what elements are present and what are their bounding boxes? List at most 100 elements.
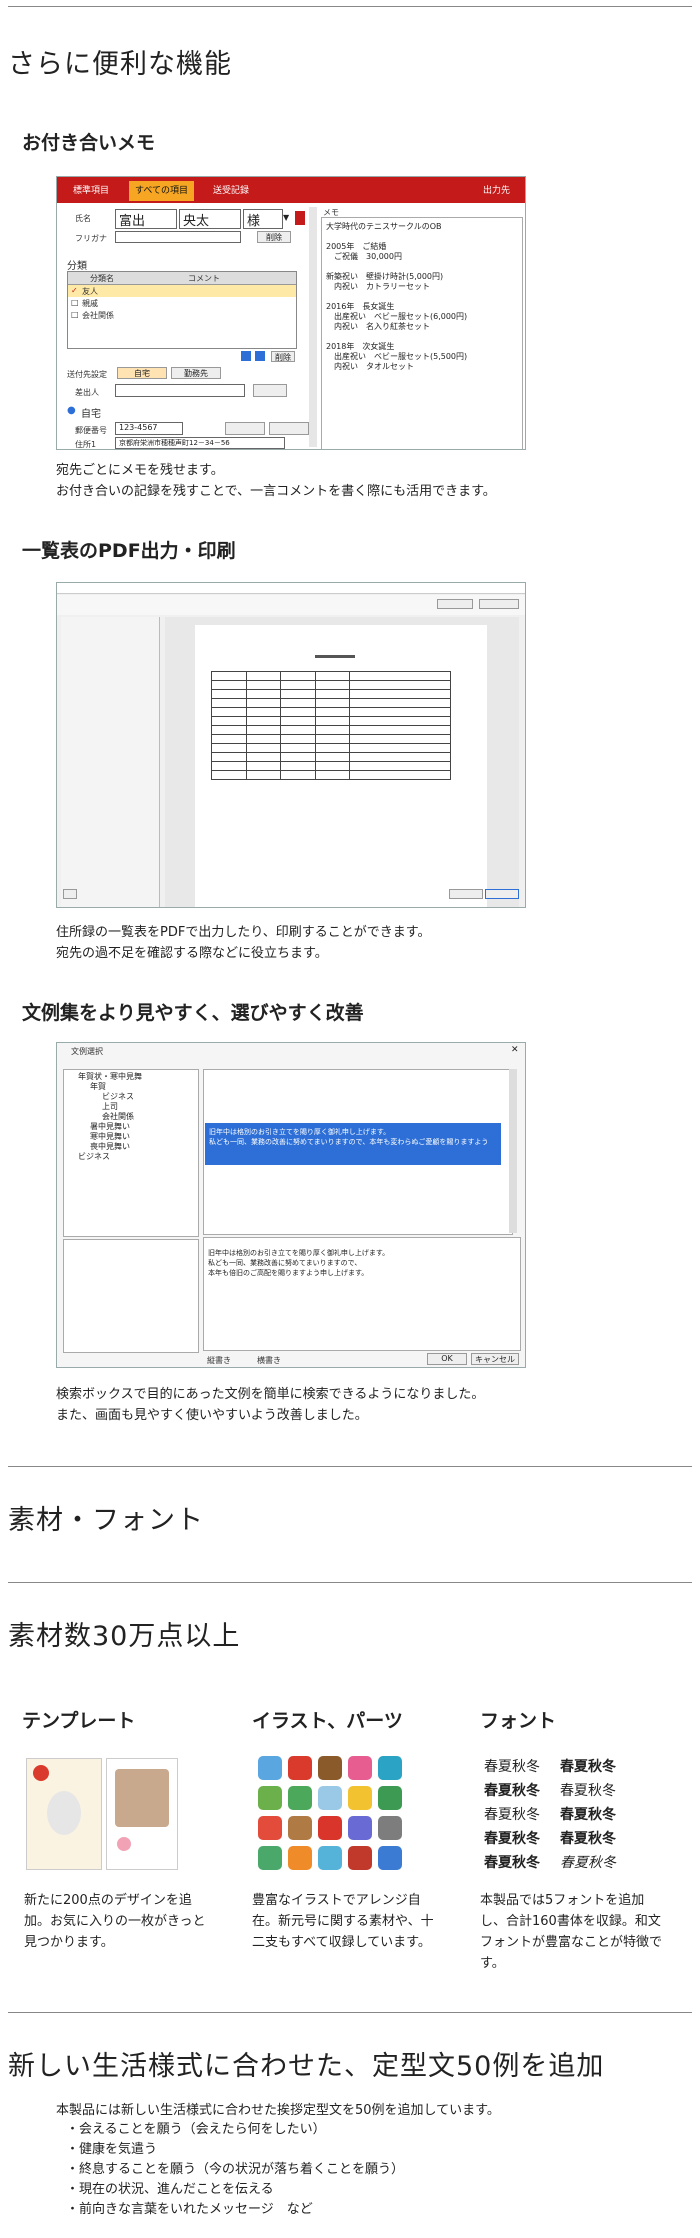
- pdf-heading: 一覧表のPDF出力・印刷: [22, 540, 236, 562]
- sender-edit-button[interactable]: [253, 384, 287, 397]
- tree-icon: [258, 1786, 282, 1810]
- flower-icon: [258, 1756, 282, 1780]
- horizontal-radio[interactable]: 横書き: [257, 1355, 281, 1366]
- address-label: 住所1: [75, 440, 97, 449]
- vertical-radio[interactable]: 縦書き: [207, 1355, 231, 1366]
- list-item: ・会えることを願う（会えたら何をしたい）: [66, 2122, 326, 2137]
- prev-page-button[interactable]: [63, 889, 77, 899]
- checkbox-icon[interactable]: ✓: [71, 286, 78, 295]
- preview-panel: 旧年中は格別のお引き立てを賜り厚く御礼申し上げます。 私ども一同、業務改善に努め…: [203, 1237, 521, 1351]
- sun-icon: [33, 1765, 49, 1781]
- preview-area: [165, 617, 519, 907]
- selected-phrase[interactable]: 旧年中は格別のお引き立てを賜り厚く御礼申し上げます。 私ども一同、業務の改善に努…: [205, 1123, 501, 1165]
- section-title-convenient: さらに便利な機能: [8, 49, 232, 80]
- section-title-materials-count: 素材数30万点以上: [8, 1621, 241, 1652]
- comment-col-header: コメント: [188, 274, 220, 283]
- send-setting-label: 送付先設定: [67, 370, 107, 379]
- tree-item[interactable]: 年賀状・寒中見舞: [78, 1072, 142, 1082]
- tree-item[interactable]: 会社関係: [102, 1112, 134, 1122]
- tree-panel: 年賀状・寒中見舞 年賀 ビジネス 上司 会社関係 暑中見舞い 寒中見舞い 喪中見…: [63, 1069, 199, 1237]
- tree-item[interactable]: 喪中見舞い: [90, 1142, 130, 1152]
- print-button[interactable]: [479, 599, 519, 609]
- person-icon: ●: [67, 405, 76, 416]
- tree-item[interactable]: ビジネス: [102, 1092, 134, 1102]
- ok-button[interactable]: [485, 889, 519, 899]
- address-to-postal-button[interactable]: [269, 422, 309, 435]
- list-item: ・終息することを願う（今の状況が落ち着くことを願う）: [66, 2162, 405, 2177]
- phrases-caption-line2: また、画面も見やすく使いやすいよう改善しました。: [56, 1408, 368, 1423]
- first-name-field[interactable]: 央太: [179, 209, 241, 229]
- divider: [8, 6, 692, 7]
- category-row[interactable]: 会社関係 □: [68, 309, 296, 321]
- mailbox-icon: [318, 1816, 342, 1840]
- bird-icon: [318, 1846, 342, 1870]
- checkbox-icon[interactable]: □: [71, 310, 79, 319]
- plant-icon: [258, 1846, 282, 1870]
- memo-textarea[interactable]: 大学時代のテニスサークルのOB 2005年 ご結婚 ご祝儀 30,000円 新築…: [321, 217, 523, 449]
- postal-field[interactable]: 123-4567: [115, 422, 183, 435]
- pdf-output-button[interactable]: [437, 599, 473, 609]
- delete-icon[interactable]: [295, 211, 305, 225]
- furigana-field[interactable]: [115, 231, 241, 243]
- scissors-icon: [378, 1816, 402, 1840]
- mascot-icon: [348, 1756, 372, 1780]
- delete-button[interactable]: 削除: [257, 231, 291, 243]
- tree-item[interactable]: 寒中見舞い: [90, 1132, 130, 1142]
- postal-to-address-button[interactable]: [225, 422, 265, 435]
- cup-icon: [348, 1846, 372, 1870]
- font-sample: 春夏秋冬: [560, 1831, 616, 1847]
- send-work-button[interactable]: 勤務先: [171, 367, 221, 379]
- address-field[interactable]: 京都府栄洲市穂穂声町12－34－56: [115, 437, 285, 449]
- close-icon[interactable]: ✕: [511, 1045, 519, 1055]
- print-button[interactable]: 出力先: [477, 181, 516, 201]
- title-bar: [57, 583, 525, 594]
- tab-history[interactable]: 送受記録: [207, 181, 255, 201]
- template-photo-card-image: [106, 1758, 178, 1870]
- send-home-button[interactable]: 自宅: [117, 367, 167, 379]
- tab-all[interactable]: すべての項目: [129, 181, 195, 201]
- tree-item[interactable]: 暑中見舞い: [90, 1122, 130, 1132]
- radio-group[interactable]: [65, 623, 155, 733]
- font-sample: 春夏秋冬: [560, 1807, 616, 1823]
- address-list-table: [211, 671, 451, 780]
- tree-item[interactable]: ビジネス: [78, 1152, 110, 1162]
- font-sample: 春夏秋冬: [484, 1783, 540, 1799]
- tree-item[interactable]: 年賀: [90, 1082, 106, 1092]
- cancel-button[interactable]: キャンセル: [471, 1353, 519, 1365]
- font-text: 本製品では5フォントを追加し、合計160書体を収録。和文フォントが豊富なことが特…: [480, 1893, 663, 1971]
- furigana-label: フリガナ: [75, 234, 107, 243]
- dialog-title: 文例選択: [71, 1047, 103, 1056]
- last-name-field[interactable]: 富出: [115, 209, 177, 229]
- memo-scrollbar[interactable]: [309, 207, 317, 447]
- category-row[interactable]: 親戚 □: [68, 297, 296, 309]
- photo-placeholder: [115, 1769, 169, 1827]
- bear-icon: [288, 1816, 312, 1840]
- category-col-header: 分類名: [90, 274, 114, 283]
- phrases-caption: 検索ボックスで目的にあった文例を簡単に検索できるようになりました。 また、画面も…: [56, 1384, 484, 1426]
- selected-phrase-text: 旧年中は格別のお引き立てを賜り厚く御礼申し上げます。 私ども一同、業務の改善に努…: [209, 1128, 489, 1146]
- new-phrases-intro: 本製品には新しい生活様式に合わせた挨拶定型文を50例を追加しています。: [56, 2103, 500, 2118]
- honorific-select[interactable]: 様: [243, 209, 283, 229]
- tab-standard[interactable]: 標準項目: [67, 181, 115, 201]
- checkbox-icon[interactable]: □: [71, 298, 79, 307]
- flower-icon: [117, 1837, 131, 1851]
- close-button[interactable]: [449, 889, 483, 899]
- memo-caption: 宛先ごとにメモを残せます。 お付き合いの記録を残すことで、一言コメントを書く際に…: [56, 460, 496, 502]
- tree-item[interactable]: 上司: [102, 1102, 118, 1112]
- move-up-icon[interactable]: [241, 351, 251, 361]
- ball-icon: [348, 1786, 372, 1810]
- phrase-scrollbar[interactable]: [509, 1069, 517, 1233]
- sender-select[interactable]: [115, 384, 245, 397]
- font-sample: 春夏秋冬: [484, 1831, 540, 1847]
- dropdown-icon[interactable]: ▼: [283, 213, 289, 222]
- ok-button[interactable]: OK: [427, 1353, 467, 1365]
- app-toolbar: [57, 177, 525, 203]
- sender-label: 差出人: [75, 388, 99, 397]
- category-table: 分類名 コメント 友人 ✓ 親戚 □ 会社関係 □: [67, 271, 297, 349]
- move-down-icon[interactable]: [255, 351, 265, 361]
- category-row[interactable]: 友人 ✓: [68, 285, 296, 297]
- category-delete-button[interactable]: 削除: [271, 351, 295, 362]
- leaf-icon: [378, 1786, 402, 1810]
- font-sample: 春夏秋冬: [560, 1759, 616, 1775]
- hint-panel: [63, 1239, 199, 1353]
